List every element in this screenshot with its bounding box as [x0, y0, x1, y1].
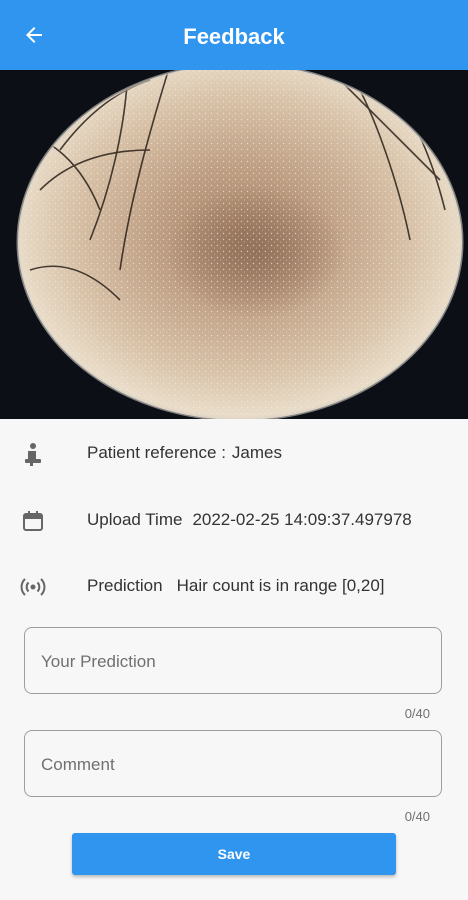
- patient-icon: [20, 441, 46, 467]
- your-prediction-field[interactable]: [24, 627, 442, 695]
- patient-reference-label: Patient reference :: [87, 443, 226, 462]
- your-prediction-input[interactable]: [39, 628, 433, 695]
- prediction-row: Prediction Hair count is in range [0,20]: [0, 568, 468, 604]
- app-bar: Feedback: [0, 0, 468, 70]
- comment-char-counter: 0/40: [404, 809, 430, 824]
- scalp-image: [0, 70, 468, 419]
- prediction-label: Prediction: [87, 576, 163, 595]
- prediction-value: Hair count is in range [0,20]: [176, 576, 385, 595]
- upload-time-value: 2022-02-25 14:09:37.497978: [192, 510, 412, 529]
- comment-field[interactable]: [24, 730, 442, 798]
- comment-input[interactable]: [39, 731, 433, 798]
- patient-reference-value: James: [231, 443, 282, 462]
- prediction-char-counter: 0/40: [404, 706, 430, 721]
- upload-time-label: Upload Time: [87, 510, 183, 529]
- page-title: Feedback: [183, 24, 285, 49]
- patient-reference-row: Patient reference : James: [0, 435, 468, 471]
- save-button[interactable]: Save: [72, 833, 396, 875]
- broadcast-icon: [20, 574, 46, 600]
- calendar-icon: [20, 508, 46, 534]
- upload-time-row: Upload Time 2022-02-25 14:09:37.497978: [0, 502, 468, 538]
